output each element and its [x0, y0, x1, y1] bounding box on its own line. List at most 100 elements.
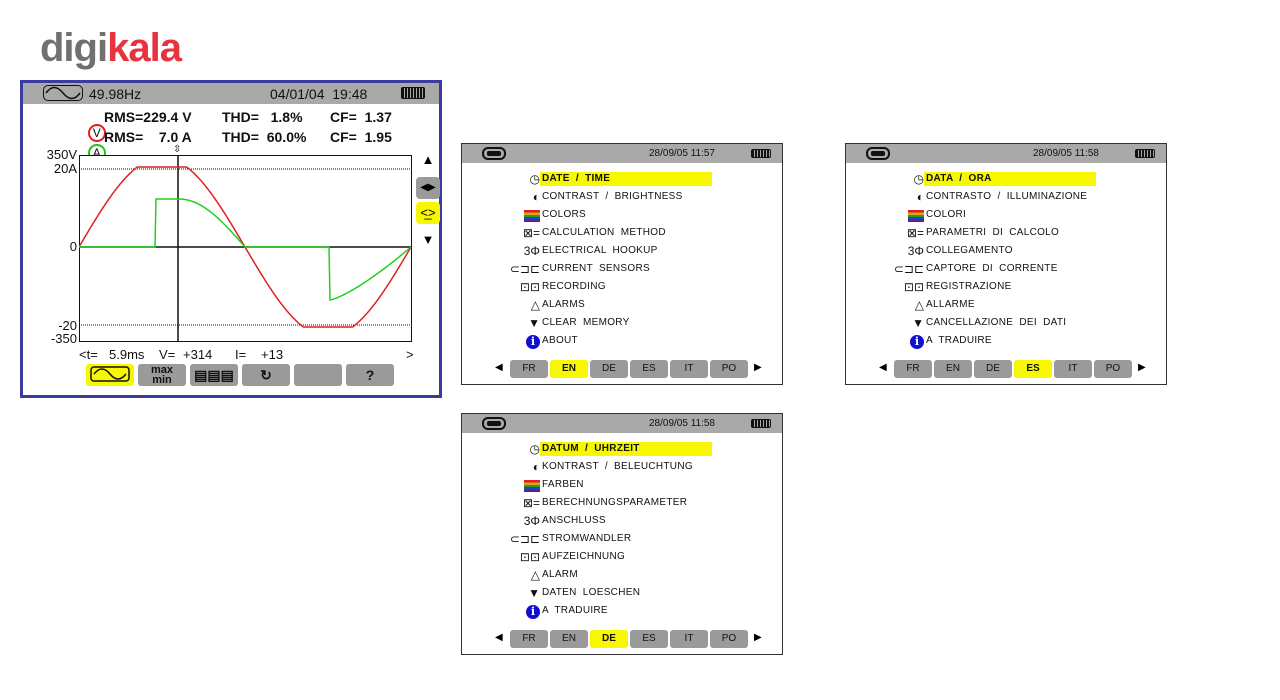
recording-icon: ⊡⊡ — [903, 280, 924, 294]
panel-header: 28/09/05 11:58 — [846, 144, 1166, 163]
language-tab-en[interactable]: EN — [550, 360, 588, 378]
y-label-a-max: 20A — [53, 161, 77, 176]
zoom-button[interactable]: <̲> — [416, 202, 440, 224]
language-tab-po[interactable]: PO — [710, 630, 748, 648]
clock-icon: ◷ — [529, 172, 540, 186]
scope-header: 49.98Hz 04/01/04 19:48 — [23, 83, 439, 104]
language-tab-po[interactable]: PO — [710, 360, 748, 378]
current-rms: RMS= 7.0 A — [104, 129, 192, 145]
menu-item[interactable]: COLORS — [502, 207, 782, 223]
lang-prev-icon[interactable]: ◀ — [495, 362, 503, 373]
battery-icon — [401, 87, 425, 99]
menu-item[interactable]: ⊂⊐⊏ CAPTORE DI CORRENTE — [886, 261, 1166, 277]
menu-item-label: DATEN LOESCHEN — [542, 587, 641, 598]
language-tab-de[interactable]: DE — [974, 360, 1012, 378]
digikala-logo: digikala — [40, 26, 182, 71]
menu-item[interactable]: ⊠= BERECHNUNGSPARAMETER — [502, 495, 782, 511]
menu-item[interactable]: COLORI — [886, 207, 1166, 223]
scroll-right-icon[interactable]: > — [406, 347, 414, 362]
clock-icon: ◷ — [913, 172, 924, 186]
language-tab-en[interactable]: EN — [934, 360, 972, 378]
menu-item[interactable]: ⊡⊡ AUFZEICHNUNG — [502, 549, 782, 565]
menu-item[interactable]: ⊠= PARAMETRI DI CALCOLO — [886, 225, 1166, 241]
menu-item-label: CONTRAST / BRIGHTNESS — [542, 191, 683, 202]
language-tab-fr[interactable]: FR — [510, 630, 548, 648]
menu-item[interactable]: ⊂⊐⊏ STROMWANDLER — [502, 531, 782, 547]
scroll-down-button[interactable]: ▼ — [416, 229, 440, 251]
language-tab-it[interactable]: IT — [670, 630, 708, 648]
menu-item-label: ALARM — [542, 569, 578, 580]
lang-next-icon[interactable]: ▶ — [1138, 362, 1146, 373]
recording-icon: ⊡⊡ — [519, 550, 540, 564]
menu-item[interactable]: i A TRADUIRE — [886, 333, 1166, 349]
language-tab-es[interactable]: ES — [1014, 360, 1052, 378]
language-tab-po[interactable]: PO — [1094, 360, 1132, 378]
menu-item[interactable]: ◐ CONTRAST / BRIGHTNESS — [502, 189, 782, 205]
settings-menu-panel: 28/09/05 11:58 ◷ DATUM / UHRZEIT ◐ KONTR… — [461, 413, 783, 655]
contrast-icon: ◐ — [916, 190, 924, 204]
y-label-v-min: -350 — [50, 331, 77, 346]
language-tab-de[interactable]: DE — [590, 360, 628, 378]
menu-item[interactable]: △ ALLARME — [886, 297, 1166, 313]
scroll-up-button[interactable]: ▲ — [416, 149, 440, 171]
menu-item[interactable]: ▼ DATEN LOESCHEN — [502, 585, 782, 601]
cursor-current-label: I= — [235, 347, 247, 362]
menu-item[interactable]: ⊠= CALCULATION METHOD — [502, 225, 782, 241]
language-tab-es[interactable]: ES — [630, 630, 668, 648]
trash-icon: ▼ — [528, 586, 540, 600]
menu-item[interactable]: 3Φ ANSCHLUSS — [502, 513, 782, 529]
language-tab-fr[interactable]: FR — [894, 360, 932, 378]
panel-datetime: 28/09/05 11:57 — [649, 148, 715, 159]
menu-item[interactable]: △ ALARMS — [502, 297, 782, 313]
max-min-button[interactable]: max min — [138, 364, 186, 386]
cursor-time-label: <t= — [79, 347, 98, 362]
cursor-marker-icon[interactable]: ⇳ — [173, 144, 181, 155]
voltage-thd: THD= 1.8% — [222, 109, 303, 125]
menu-item[interactable]: 3Φ ELECTRICAL HOOKUP — [502, 243, 782, 259]
lang-prev-icon[interactable]: ◀ — [879, 362, 887, 373]
menu-item[interactable]: ◐ CONTRASTO / ILLUMINAZIONE — [886, 189, 1166, 205]
y-label-zero: 0 — [69, 239, 77, 254]
horizontal-move-button[interactable]: ◀▶ — [416, 177, 440, 199]
menu-item[interactable]: ⊡⊡ RECORDING — [502, 279, 782, 295]
menu-item[interactable]: ◷ DATE / TIME — [502, 171, 782, 187]
empty-button[interactable] — [294, 364, 342, 386]
lang-prev-icon[interactable]: ◀ — [495, 632, 503, 643]
waveform-plot[interactable] — [79, 155, 413, 345]
logo-text: digi — [40, 26, 108, 70]
menu-item[interactable]: ◷ DATA / ORA — [886, 171, 1166, 187]
language-tab-it[interactable]: IT — [1054, 360, 1092, 378]
menu-item-label: CANCELLAZIONE DEI DATI — [926, 317, 1067, 328]
table-view-button[interactable]: ▤▤▤ — [190, 364, 238, 386]
cursor-voltage: +314 — [183, 347, 213, 362]
menu-item[interactable]: ⊡⊡ REGISTRAZIONE — [886, 279, 1166, 295]
display-icon — [866, 147, 890, 160]
calculation-icon: ⊠= — [906, 226, 924, 240]
menu-item[interactable]: ⊂⊐⊏ CURRENT SENSORS — [502, 261, 782, 277]
menu-item[interactable]: ▼ CLEAR MEMORY — [502, 315, 782, 331]
trash-icon: ▼ — [528, 316, 540, 330]
lang-next-icon[interactable]: ▶ — [754, 632, 762, 643]
language-tab-de[interactable]: DE — [590, 630, 628, 648]
menu-item[interactable]: 3Φ COLLEGAMENTO — [886, 243, 1166, 259]
language-tab-es[interactable]: ES — [630, 360, 668, 378]
menu-item[interactable]: i A TRADUIRE — [502, 603, 782, 619]
menu-item[interactable]: i ABOUT — [502, 333, 782, 349]
help-button[interactable]: ? — [346, 364, 394, 386]
menu-item-label: STROMWANDLER — [542, 533, 632, 544]
language-tab-it[interactable]: IT — [670, 360, 708, 378]
menu-item[interactable]: FARBEN — [502, 477, 782, 493]
language-tab-fr[interactable]: FR — [510, 360, 548, 378]
menu-item-label: ABOUT — [542, 335, 578, 346]
contrast-icon: ◐ — [532, 460, 540, 474]
waveform-mode-button[interactable] — [86, 364, 134, 386]
menu-item[interactable]: ◐ KONTRAST / BELEUCHTUNG — [502, 459, 782, 475]
menu-item-label: ALLARME — [926, 299, 975, 310]
lang-next-icon[interactable]: ▶ — [754, 362, 762, 373]
menu-item[interactable]: ◷ DATUM / UHRZEIT — [502, 441, 782, 457]
language-tab-en[interactable]: EN — [550, 630, 588, 648]
menu-item[interactable]: △ ALARM — [502, 567, 782, 583]
trash-icon: ▼ — [912, 316, 924, 330]
phase-rotation-button[interactable]: ↻ — [242, 364, 290, 386]
menu-item[interactable]: ▼ CANCELLAZIONE DEI DATI — [886, 315, 1166, 331]
